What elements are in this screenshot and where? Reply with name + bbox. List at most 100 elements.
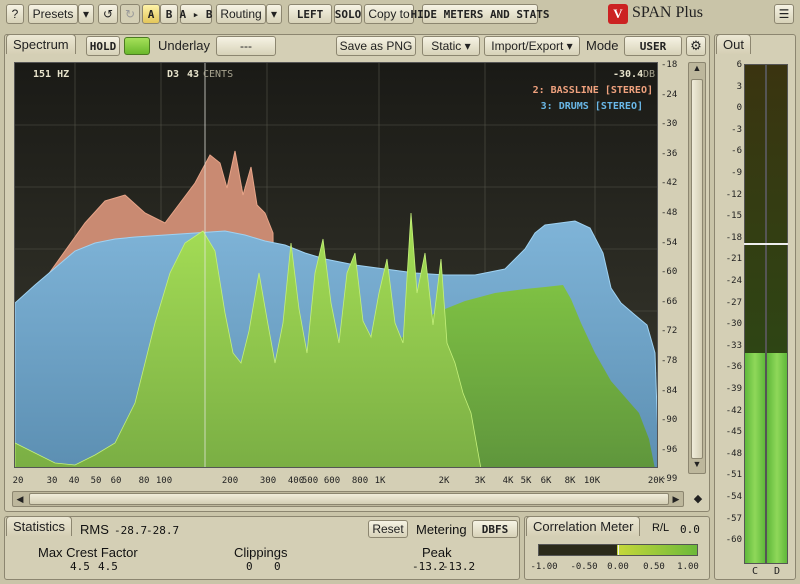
zoom-reset-icon[interactable]: ◆ [690,491,706,507]
x-tick-label: 8K [564,476,576,486]
out-tick-label: -27 [725,297,742,308]
metering-label: Metering [416,522,467,537]
out-tick-label: -42 [725,405,742,416]
rl-value: 0.0 [680,523,700,536]
out-tick-label: -60 [725,535,742,546]
scroll-up-icon[interactable]: ▲ [689,63,705,77]
hide-meters-button[interactable]: HIDE METERS AND STATS [410,4,550,24]
hold-button[interactable]: HOLD [86,36,120,56]
y-tick-label: -60 [661,267,678,278]
reset-button[interactable]: Reset [368,520,408,538]
mode-select[interactable]: USER [624,36,682,56]
spectrum-display[interactable]: 151 HZ D3 43 CENTS -30.4 DB 2: BASSLINE … [14,62,658,468]
underlay-select[interactable]: --- [216,36,276,56]
x-tick-label: 30 [46,476,58,486]
hold-indicator[interactable] [124,37,150,55]
x-tick-label: 10K [583,476,601,486]
out-tick-label: -24 [725,276,742,286]
out-channel-right-label: D [774,566,781,577]
spectrum-tab: Spectrum [6,34,76,54]
ab-a-button[interactable]: A [142,4,160,24]
x-tick-label: 80 [138,476,150,486]
static-label: Static [431,39,462,53]
x-tick-label: 4K [502,476,514,486]
cursor-cents: 43 [187,69,200,80]
spectrum-graph [15,63,657,467]
correlation-tick-label: 0.00 [607,562,629,572]
app-title: SPAN Plus [632,4,704,21]
x-tick-label: 5K [520,476,532,486]
out-tick-label: -30 [725,319,742,330]
rms-label: RMS [80,522,109,537]
out-tick-label: -3 [731,124,742,135]
out-tick-label: -39 [725,384,742,394]
peak-label: Peak [422,545,452,560]
settings-button[interactable]: ⚙ [686,36,706,56]
out-tick-label: -36 [725,362,742,373]
mode-label: Mode [586,38,619,53]
y-tick-label: -42 [661,178,678,189]
x-tick-label: 800 [351,476,369,486]
out-tick-label: -6 [731,146,742,157]
rl-label: R/L [652,522,670,534]
out-meter-left-dim [745,65,765,353]
cursor-cents-unit: CENTS [203,69,234,80]
scroll-left-icon[interactable]: ◀ [13,492,27,506]
y-tick-label: -30 [661,119,678,130]
brand-logo: V [608,4,628,24]
static-dropdown[interactable]: Static ▾ [422,36,480,56]
crest-right-value: 4.5 [98,560,118,573]
copy-to-button[interactable]: Copy to [364,4,414,24]
chevron-down-icon: ▾ [464,39,471,53]
y-tick-label: -78 [661,356,678,366]
menu-icon: ☰ [778,7,790,21]
out-tick-label: -45 [725,427,742,438]
ab-copy-button[interactable]: A ▸ B [179,4,213,24]
rms-right-value: -28.7 [146,524,180,537]
scroll-down-icon[interactable]: ▼ [689,459,705,473]
x-tick-label: 60 [110,476,122,486]
out-tick-label: -21 [725,254,742,265]
metering-select[interactable]: DBFS [472,520,518,538]
presets-dropdown-icon[interactable]: ▾ [78,4,94,24]
import-export-dropdown[interactable]: Import/Export ▾ [484,36,580,56]
redo-icon[interactable]: ↻ [120,4,140,24]
horizontal-scrollbar[interactable]: ◀ ▶ [12,491,684,507]
correlation-tab: Correlation Meter [526,516,641,536]
peak-left-value: -13.2 [412,560,446,573]
legend-bassline: 2: BASSLINE [STEREO] [532,85,653,96]
clip-right-value: 0 [274,560,281,573]
x-tick-label: 200 [221,476,239,486]
routing-button[interactable]: Routing [216,4,266,24]
ab-b-button[interactable]: B [160,4,178,24]
x-tick-label: 500 [301,476,319,486]
out-meter-left-fill [745,351,765,563]
out-tick-label: -9 [731,168,742,178]
routing-dropdown-icon[interactable]: ▾ [266,4,282,24]
vertical-scroll-thumb[interactable] [691,79,703,459]
cursor-frequency: 151 HZ [33,69,70,80]
out-meter-left-channel [744,64,766,564]
solo-button[interactable]: SOLO [334,4,362,24]
y-tick-label: -54 [661,237,678,248]
out-meter-peak-marker [744,243,788,245]
vertical-scrollbar[interactable]: ▲ ▼ [688,62,706,474]
main-menu-button[interactable]: ☰ [774,4,794,24]
out-tick-label: -33 [725,340,742,351]
y-tick-label: -36 [661,148,678,159]
left-channel-button[interactable]: LEFT [288,4,332,24]
x-tick-label: 1K [374,476,386,486]
gear-icon: ⚙ [690,38,702,53]
x-tick-label: 600 [323,476,341,486]
clip-left-value: 0 [246,560,253,573]
y-tick-label: -18 [661,60,678,70]
undo-icon[interactable]: ↺ [98,4,118,24]
horizontal-scroll-thumb[interactable] [29,493,669,505]
out-tick-label: 6 [736,60,742,70]
help-button[interactable]: ? [6,4,24,24]
presets-button[interactable]: Presets [28,4,78,24]
save-png-button[interactable]: Save as PNG [336,36,416,56]
scroll-right-icon[interactable]: ▶ [669,492,683,506]
crest-left-value: 4.5 [70,560,90,573]
correlation-tick-label: 0.50 [643,562,665,572]
